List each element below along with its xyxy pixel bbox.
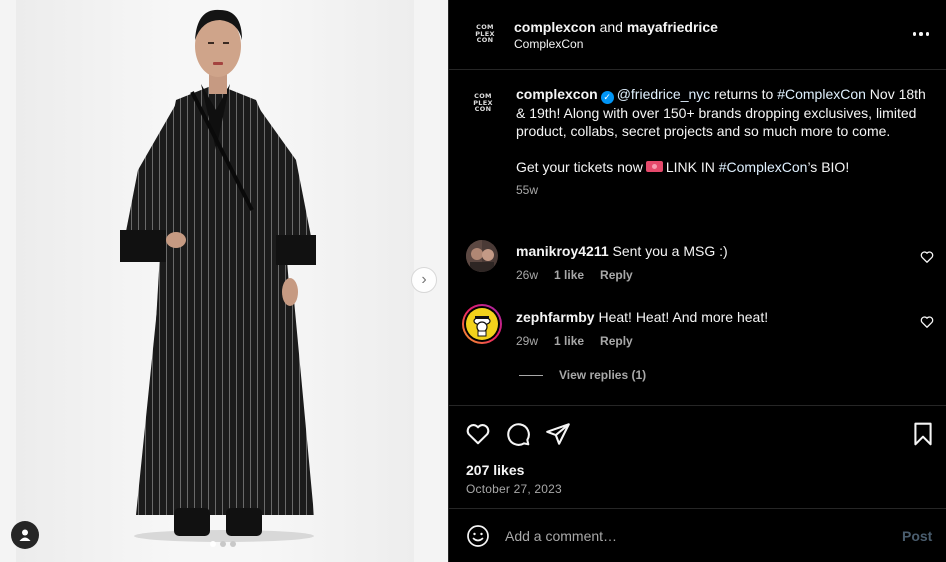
more-horizontal-icon [919, 32, 923, 36]
caption-avatar[interactable]: COM PLEX CON [467, 87, 499, 119]
carousel-dot [230, 541, 236, 547]
view-replies-button[interactable]: View replies (1) [519, 368, 646, 382]
post-date: October 27, 2023 [466, 482, 562, 496]
commenter-avatar-image [466, 240, 498, 272]
tagged-users-button[interactable] [11, 521, 39, 549]
author-avatar[interactable]: COM PLEX CON [469, 18, 501, 50]
hashtag-link[interactable]: #ComplexCon [777, 86, 866, 102]
carousel-indicator [210, 541, 236, 547]
post-photo[interactable] [16, 0, 414, 562]
caption-text: complexcon ✓ @friedrice_nyc returns to #Co… [516, 85, 931, 199]
reply-button[interactable]: Reply [600, 268, 633, 282]
view-replies-label: View replies (1) [559, 368, 647, 382]
comment-username[interactable]: zephfarmby [516, 309, 595, 325]
logo-line: CON [474, 105, 492, 114]
comment-meta: 26w 1 like Reply [516, 268, 633, 282]
model-illustration [120, 9, 316, 542]
comment-like-icon[interactable] [920, 250, 934, 264]
avatar[interactable] [466, 240, 498, 272]
send-icon[interactable] [545, 421, 571, 447]
more-horizontal-icon [912, 32, 917, 36]
caption-segment: Get your tickets now [516, 159, 643, 175]
ticket-emoji-icon [645, 161, 663, 172]
hashtag-link[interactable]: #ComplexCon [719, 159, 808, 175]
caption-segment: LINK IN [665, 159, 719, 175]
mention-link[interactable]: @friedrice_nyc [617, 86, 711, 102]
commenter-avatar-image [464, 306, 500, 342]
add-comment-bar: Post [449, 510, 946, 562]
comment-text: zephfarmby Heat! Heat! And more heat! [516, 308, 768, 326]
person-icon [19, 529, 31, 541]
post-button[interactable]: Post [902, 528, 932, 544]
post-header: COM PLEX CON complexcon and mayafriedric… [449, 0, 946, 70]
post-actions: 207 likes October 27, 2023 [449, 405, 946, 509]
comment-input[interactable] [505, 526, 885, 546]
and-text: and [599, 19, 623, 35]
comment-text: manikroy4211 Sent you a MSG :) [516, 242, 728, 260]
avatar-story-ring[interactable] [462, 304, 502, 344]
post-media: › [0, 0, 448, 562]
comment-icon[interactable] [505, 421, 531, 447]
collaborator-username[interactable]: mayafriedrice [627, 19, 718, 35]
bookmark-icon[interactable] [910, 421, 936, 447]
comment-meta: 29w 1 like Reply [516, 334, 633, 348]
comment-body: Heat! Heat! And more heat! [598, 309, 769, 325]
post-panel: COM PLEX CON complexcon and mayafriedric… [448, 0, 946, 562]
likes-count[interactable]: 207 likes [466, 462, 524, 478]
next-media-button[interactable]: › [411, 267, 437, 293]
heart-icon[interactable] [465, 421, 491, 447]
comment-likes[interactable]: 1 like [554, 268, 584, 282]
caption-segment: ’s BIO! [807, 159, 850, 175]
replies-divider [519, 374, 543, 376]
post-authors: complexcon and mayafriedrice [514, 18, 718, 36]
post-subtitle[interactable]: ComplexCon [514, 37, 583, 51]
comment-like-icon[interactable] [920, 315, 934, 329]
comment-username[interactable]: manikroy4211 [516, 243, 609, 259]
comment-likes[interactable]: 1 like [554, 334, 584, 348]
caption-segment: returns to [710, 86, 778, 102]
author-username[interactable]: complexcon [514, 19, 596, 35]
more-horizontal-icon [925, 32, 930, 36]
caption-username[interactable]: complexcon [516, 86, 598, 102]
logo-line: CON [476, 36, 494, 45]
verified-badge-icon: ✓ [600, 91, 614, 104]
smiley-icon[interactable] [466, 524, 490, 548]
comment-time[interactable]: 26w [516, 268, 538, 282]
comment-body: Sent you a MSG :) [612, 243, 728, 259]
comment-time[interactable]: 29w [516, 334, 538, 348]
chevron-right-icon: › [421, 271, 427, 288]
reply-button[interactable]: Reply [600, 334, 633, 348]
more-options-button[interactable] [909, 24, 933, 44]
carousel-dot [210, 541, 216, 547]
caption-time[interactable]: 55w [516, 181, 931, 199]
carousel-dot [220, 541, 226, 547]
